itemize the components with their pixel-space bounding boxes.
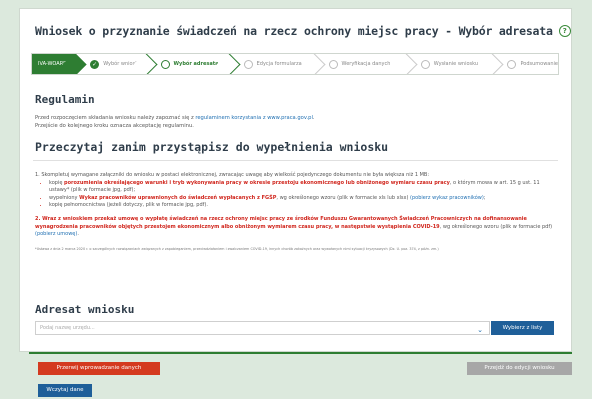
page-header: Wniosek o przyznanie świadczeń na rzecz … bbox=[35, 23, 582, 39]
step-label: Podsumowanie bbox=[520, 61, 558, 67]
question-circle-icon[interactable]: ? bbox=[558, 25, 571, 37]
go-to-edit-button[interactable]: Przejdź do edycji wniosku bbox=[467, 362, 572, 375]
read-before-heading: Przeczytaj zanim przystąpisz do wypełnie… bbox=[35, 140, 389, 154]
regulamin-heading: Regulamin bbox=[35, 93, 95, 106]
step-label: Wybór adresata bbox=[173, 61, 219, 67]
download-employee-list-link[interactable]: (pobierz wykaz pracowników) bbox=[410, 195, 484, 201]
contract-text-end: . bbox=[77, 231, 79, 238]
item-text: kopię pełnomocnictwa (jeżeli dotyczy, pl… bbox=[49, 202, 208, 209]
circle-icon bbox=[420, 59, 430, 69]
circle-icon bbox=[507, 59, 517, 69]
regulamin-text: Przed rozpoczęciem składania wniosku nal… bbox=[35, 114, 555, 130]
step-start: IVA-WOARP bbox=[32, 54, 87, 74]
circle-icon bbox=[160, 59, 170, 69]
regulamin-intro: Przed rozpoczęciem składania wniosku nal… bbox=[35, 115, 196, 121]
item-highlight: porozumienia określającego warunki i try… bbox=[64, 179, 450, 186]
list-item: wypełniony Wykaz pracowników uprawnionyc… bbox=[49, 195, 555, 203]
addressee-heading: Adresat wniosku bbox=[35, 303, 135, 316]
attachments-list: kopię porozumienia określającego warunki… bbox=[35, 180, 555, 210]
list-item: kopię pełnomocnictwa (jeżeli dotyczy, pl… bbox=[49, 202, 555, 210]
item-text: ; bbox=[483, 194, 486, 201]
circle-icon bbox=[328, 59, 338, 69]
step-send-application: Wysłanie wniosku bbox=[407, 54, 504, 74]
regulamin-intro-end: . bbox=[312, 115, 315, 121]
addressee-placeholder: Podaj nazwę urzędu... bbox=[40, 325, 95, 331]
load-data-button[interactable]: Wczytaj dane bbox=[38, 384, 92, 397]
contract-paragraph: 2. Wraz z wnioskiem przekaż umowę o wypł… bbox=[35, 216, 555, 239]
item-highlight: Wykaz pracowników uprawnionych do świadc… bbox=[79, 194, 277, 201]
item-text: kopię bbox=[49, 179, 65, 186]
progress-stepper: IVA-WOARP ✓ Wybór wniosku Wybór adresata… bbox=[31, 53, 559, 75]
step-label: Edycja formularza bbox=[256, 61, 302, 67]
regulamin-acceptance: Przejście do kolejnego kroku oznacza akc… bbox=[35, 123, 194, 129]
circle-icon bbox=[243, 59, 253, 69]
step-label: Weryfikacja danych bbox=[341, 61, 391, 67]
download-contract-link[interactable]: (pobierz umowę) bbox=[35, 231, 77, 237]
item-text: , wg określonego wzoru (plik w formacie … bbox=[276, 194, 411, 201]
footer-divider bbox=[29, 352, 572, 354]
chevron-down-icon[interactable]: ⌄ bbox=[477, 324, 483, 336]
instructions: 1. Skompletuj wymagane załączniki do wni… bbox=[35, 172, 555, 252]
contract-text: , wg określonego wzoru (plik w formacie … bbox=[439, 223, 553, 230]
cancel-entry-button[interactable]: Przerwij wprowadzanie danych bbox=[38, 362, 160, 375]
step-label: Wysłanie wniosku bbox=[433, 61, 479, 67]
step-choose-addressee: Wybór adresata bbox=[147, 54, 241, 74]
divider bbox=[33, 160, 558, 161]
footnote: *Ustawa z dnia 2 marca 2020 r. o szczegó… bbox=[35, 246, 439, 251]
choose-from-list-button[interactable]: Wybierz z listy bbox=[491, 321, 554, 335]
list-item: kopię porozumienia określającego warunki… bbox=[49, 180, 555, 195]
item-text: wypełniony bbox=[49, 194, 80, 201]
check-icon: ✓ bbox=[90, 59, 100, 69]
addressee-select[interactable]: Podaj nazwę urzędu... ⌄ bbox=[35, 321, 490, 335]
instructions-intro: 1. Skompletuj wymagane załączniki do wni… bbox=[35, 172, 430, 178]
step-edit-form: Edycja formularza bbox=[230, 54, 326, 74]
regulamin-link[interactable]: regulaminem korzystania z www.praca.gov.… bbox=[195, 115, 313, 121]
page-title: Wniosek o przyznanie świadczeń na rzecz … bbox=[35, 24, 553, 38]
step-verify-data: Weryfikacja danych bbox=[315, 54, 418, 74]
